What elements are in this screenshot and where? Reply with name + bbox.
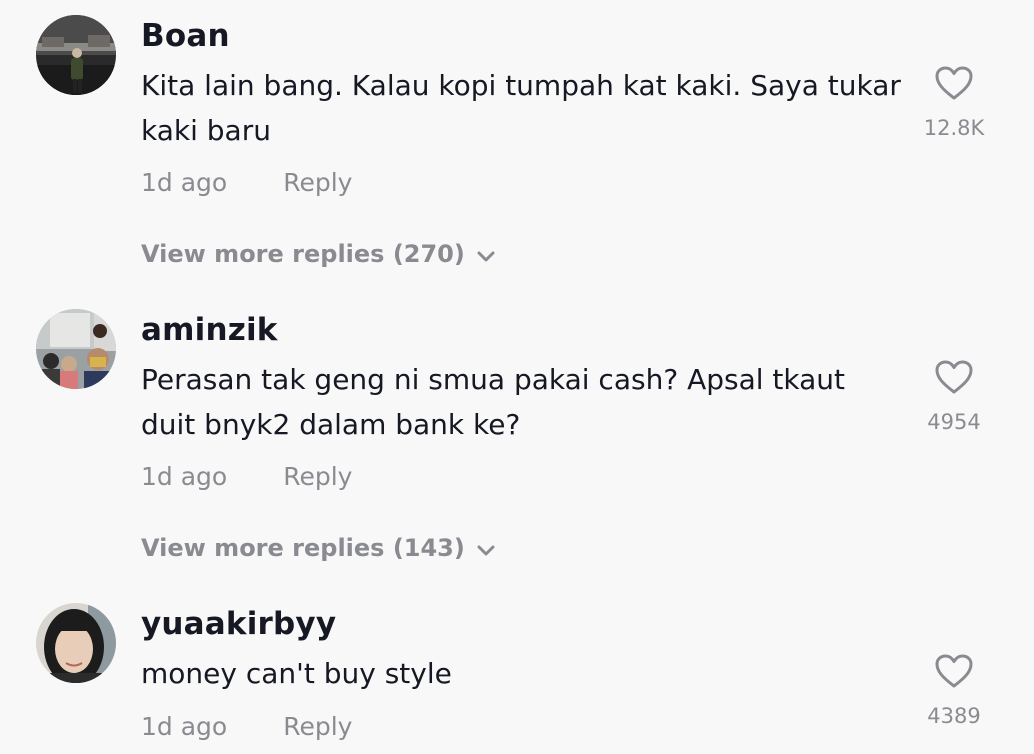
comment-meta: 1d ago Reply <box>141 168 352 197</box>
like-button[interactable] <box>934 653 974 689</box>
chevron-down-icon <box>477 241 495 269</box>
comment-timestamp: 1d ago <box>141 462 228 491</box>
chevron-down-icon <box>477 535 495 563</box>
comment-text: Kita lain bang. Kalau kopi tumpah kat ka… <box>141 69 901 147</box>
like-button[interactable] <box>934 65 974 101</box>
like-count: 4954 <box>927 410 981 434</box>
comment-text: money can't buy style <box>141 657 452 690</box>
comment-username[interactable]: yuaakirbyy <box>141 606 336 642</box>
heart-outline-icon <box>935 66 973 100</box>
avatar[interactable] <box>36 15 116 95</box>
reply-button[interactable]: Reply <box>283 712 352 741</box>
view-more-replies-button[interactable]: View more replies (270) <box>141 240 495 269</box>
view-more-replies-label: View more replies (270) <box>141 240 465 268</box>
comment-username[interactable]: Boan <box>141 18 230 54</box>
avatar[interactable] <box>36 603 116 683</box>
avatar[interactable] <box>36 309 116 389</box>
reply-button[interactable]: Reply <box>283 168 352 197</box>
comment-meta: 1d ago Reply <box>141 462 352 491</box>
comment-username[interactable]: aminzik <box>141 312 278 348</box>
heart-outline-icon <box>935 654 973 688</box>
reply-button[interactable]: Reply <box>283 462 352 491</box>
like-button[interactable] <box>934 359 974 395</box>
comment-meta: 1d ago Reply <box>141 712 352 741</box>
comment-timestamp: 1d ago <box>141 168 228 197</box>
comment-text: Perasan tak geng ni smua pakai cash? Aps… <box>141 363 846 441</box>
view-more-replies-button[interactable]: View more replies (143) <box>141 534 495 563</box>
heart-outline-icon <box>935 360 973 394</box>
like-count: 12.8K <box>923 116 985 140</box>
view-more-replies-label: View more replies (143) <box>141 534 465 562</box>
like-count: 4389 <box>927 704 981 728</box>
comment-timestamp: 1d ago <box>141 712 228 741</box>
